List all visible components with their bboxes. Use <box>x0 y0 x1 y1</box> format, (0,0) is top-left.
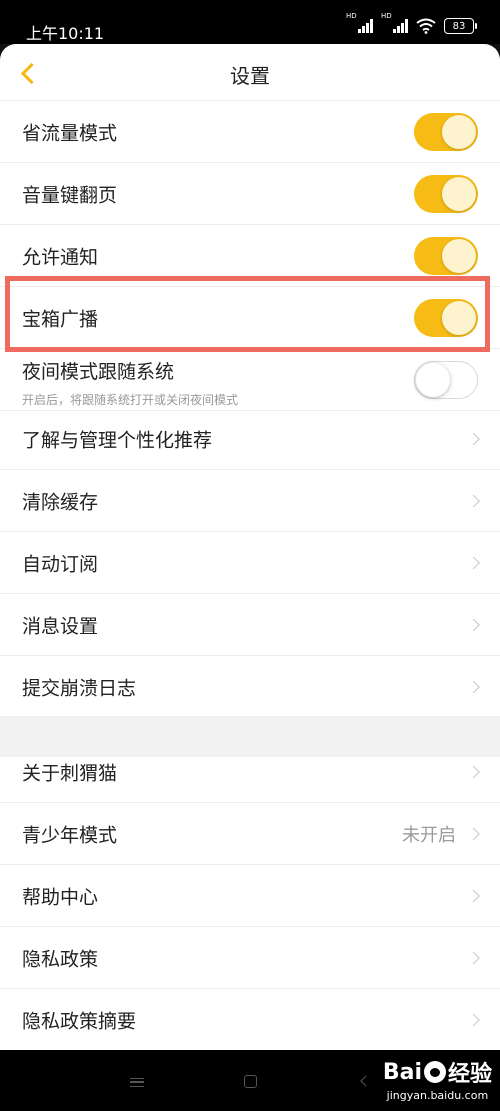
list-item-crash-log[interactable]: 提交崩溃日志 <box>0 656 500 718</box>
watermark-url: jingyan.baidu.com <box>386 1089 489 1102</box>
status-time: 上午10:11 <box>26 24 105 43</box>
page-title: 设置 <box>230 64 270 88</box>
chevron-right-icon <box>467 951 480 964</box>
chevron-right-icon <box>467 827 480 840</box>
list-item-help-center[interactable]: 帮助中心 <box>0 865 500 927</box>
signal-icon: HD <box>346 12 373 33</box>
chevron-right-icon <box>467 494 480 507</box>
setting-description: 开启后，将跟随系统打开或关闭夜间模式 <box>22 393 239 407</box>
night-mode-toggle[interactable] <box>414 360 478 399</box>
list-item-privacy-summary[interactable]: 隐私政策摘要 <box>0 989 500 1050</box>
item-label: 帮助中心 <box>22 886 99 908</box>
item-label: 关于刺猬猫 <box>22 762 118 784</box>
setting-label: 音量键翻页 <box>22 184 118 206</box>
setting-label: 夜间模式跟随系统 <box>22 361 175 383</box>
item-label: 隐私政策摘要 <box>22 1010 137 1033</box>
status-icons: HD HD 83 <box>346 12 477 34</box>
data-saver-toggle[interactable] <box>414 112 478 151</box>
chevron-right-icon <box>467 680 480 694</box>
watermark-brand: Bai 经验 <box>383 1056 492 1088</box>
item-label: 了解与管理个性化推荐 <box>22 429 213 451</box>
setting-row-volume-page[interactable]: 音量键翻页 <box>0 163 500 225</box>
baidu-watermark: Bai 经验 jingyan.baidu.com <box>383 1056 492 1103</box>
toggle-knob <box>442 176 476 211</box>
chevron-right-icon <box>467 1013 480 1027</box>
setting-row-night-mode[interactable]: 夜间模式跟随系统 开启后，将跟随系统打开或关闭夜间模式 <box>0 349 500 411</box>
watermark-brand-left: Bai <box>382 1059 422 1085</box>
chevron-right-icon <box>467 889 480 902</box>
chevron-right-icon <box>467 618 480 631</box>
status-bar: 上午10:11 HD HD 83 <box>0 0 500 44</box>
toggle-knob <box>442 300 476 335</box>
setting-label: 允许通知 <box>22 246 99 268</box>
volume-page-toggle[interactable] <box>414 174 478 213</box>
settings-screen: 设置 省流量模式 音量键翻页 允许通知 宝箱广播 夜间模式跟随系统 开启后，将跟… <box>0 44 500 1050</box>
setting-row-treasure-broadcast[interactable]: 宝箱广播 <box>0 287 500 349</box>
signal-icon-2: HD <box>381 12 408 33</box>
list-item-auto-subscribe[interactable]: 自动订阅 <box>0 532 500 594</box>
item-label: 隐私政策 <box>22 948 99 970</box>
setting-label: 宝箱广播 <box>22 308 99 330</box>
paw-icon <box>423 1061 446 1083</box>
home-icon[interactable] <box>244 1075 257 1088</box>
setting-label: 省流量模式 <box>22 122 118 144</box>
list-item-privacy-policy[interactable]: 隐私政策 <box>0 927 500 989</box>
setting-row-data-saver[interactable]: 省流量模式 <box>0 101 500 163</box>
toggle-knob <box>416 362 450 397</box>
item-label: 青少年模式 <box>22 824 118 846</box>
teen-mode-status: 未开启 <box>402 824 456 846</box>
list-item-clear-cache[interactable]: 清除缓存 <box>0 470 500 532</box>
item-label: 自动订阅 <box>22 553 99 575</box>
header: 设置 <box>0 44 500 101</box>
wifi-icon <box>416 18 436 34</box>
list-item-about[interactable]: 关于刺猬猫 <box>0 741 500 803</box>
toggle-knob <box>442 114 476 149</box>
nav-back-icon[interactable] <box>360 1075 372 1087</box>
menu-icon[interactable] <box>130 1078 144 1087</box>
toggle-knob <box>442 238 476 273</box>
chevron-right-icon <box>467 432 480 445</box>
item-label: 消息设置 <box>22 615 99 637</box>
hd-label-2: HD <box>381 12 392 20</box>
battery-icon: 83 <box>444 18 477 34</box>
chevron-right-icon <box>467 765 480 778</box>
notifications-toggle[interactable] <box>414 236 478 275</box>
chevron-right-icon <box>467 556 480 569</box>
list-item-teen-mode[interactable]: 青少年模式 未开启 <box>0 803 500 865</box>
hd-label: HD <box>346 12 357 20</box>
list-item-message-settings[interactable]: 消息设置 <box>0 594 500 656</box>
system-nav-bar: Bai 经验 jingyan.baidu.com <box>0 1050 500 1111</box>
item-label: 清除缓存 <box>22 491 99 513</box>
setting-row-notifications[interactable]: 允许通知 <box>0 225 500 287</box>
list-item-personalization[interactable]: 了解与管理个性化推荐 <box>0 408 500 470</box>
treasure-broadcast-toggle[interactable] <box>414 298 478 337</box>
watermark-brand-right: 经验 <box>447 1062 492 1087</box>
item-label: 提交崩溃日志 <box>22 677 137 700</box>
